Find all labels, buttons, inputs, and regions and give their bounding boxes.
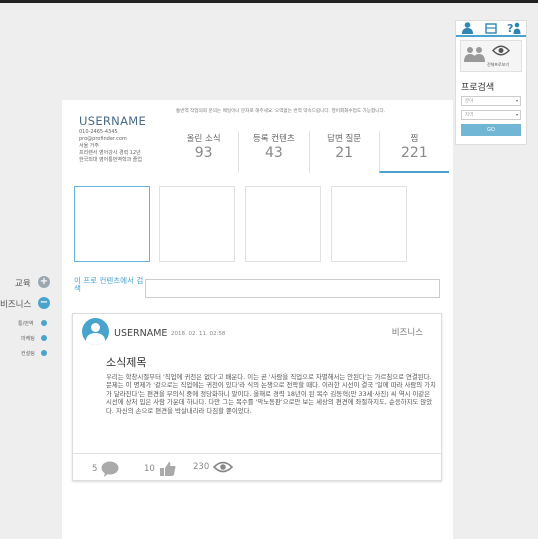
comment-count[interactable]: 5 [92,461,119,477]
content-search-input[interactable] [145,279,440,298]
thumbnail[interactable] [331,186,407,262]
preview-all-label: 전체프로보기 [487,62,510,67]
stat-value: 43 [264,145,283,161]
comment-count-value: 5 [92,464,98,474]
like-count[interactable]: 10 [144,461,177,477]
profile-education: 한국외대 영어통번역학과 졸업 [79,157,142,163]
thumbnail[interactable] [159,186,235,262]
tab-profile[interactable] [456,21,480,37]
person-icon [462,22,474,34]
nav-business-label[interactable]: 비즈니스 [0,298,31,310]
sub-item-dot [41,350,47,356]
stat-label: 찜 [410,134,419,144]
region-select[interactable]: 지역 ▾ [461,110,521,120]
pro-search-title: 프로검색 [461,83,495,93]
sub-item-dot [41,320,47,326]
stat-label: 등록 컨텐츠 [252,134,295,144]
field-select-value: 분야 [465,99,474,104]
post-category[interactable]: 비즈니스 [392,326,423,338]
sub-item-dot [41,335,47,341]
profile-location: 서울 거주 [79,143,99,149]
stat-label: 답변 질문 [327,134,362,144]
question-person-icon: ? [507,22,521,34]
chevron-down-icon: ▾ [515,98,518,103]
main-content: USERNAME 010-2465-4345 pro@profinder.com 서… [62,100,453,539]
stat-value: 221 [401,145,428,161]
stat-contents[interactable]: 등록 컨텐츠 43 [238,131,308,173]
right-panel-tabs: ? [456,21,526,37]
view-count-value: 230 [193,462,210,472]
stat-answers[interactable]: 답변 질문 21 [308,131,379,173]
stat-label: 올린 소식 [186,134,221,144]
post-title[interactable]: 소식제목 [106,354,146,370]
book-icon [485,22,497,34]
stat-value: 21 [335,145,354,161]
profile-career: 프리랜서 영어강사 경력 12년 [79,150,141,156]
like-count-value: 10 [144,464,155,474]
post-date: 2018. 02. 11. 02:58 [171,331,226,337]
group-icon [464,47,485,62]
view-count: 230 [193,461,234,473]
stat-favorites[interactable]: 찜 221 [378,131,449,173]
region-select-value: 지역 [465,113,474,118]
thumbnail[interactable] [245,186,321,262]
eye-icon [492,45,510,56]
tab-help[interactable]: ? [502,21,526,37]
nav-education-label[interactable]: 교육 [15,277,31,289]
profile-stats: 올린 소식 93 등록 컨텐츠 43 답변 질문 21 찜 221 [169,131,449,173]
collapse-minus-icon[interactable]: − [38,297,50,309]
post-body: 우리는 학창시절부터 '직업에 귀천은 없다'고 배운다. 이는 곧 '사람을 … [106,373,436,415]
nav-sub-item[interactable]: 컨설팅 [21,350,35,357]
expand-plus-icon[interactable]: + [38,276,50,288]
nav-sub-item[interactable]: 마케팅 [21,335,35,342]
profile-phone: 010-2465-4345 [79,129,118,135]
go-button[interactable]: GO [461,124,521,136]
eye-icon [213,461,234,473]
post-card: USERNAME 2018. 02. 11. 02:58 비즈니스 소식제목 우… [72,313,442,481]
svg-text:?: ? [507,22,513,34]
post-footer: 5 10 230 [73,453,441,481]
field-select[interactable]: 분야 ▾ [461,96,521,106]
profile-info: 010-2465-4345 pro@profinder.com 서울 거주 프리랜서 … [79,129,142,164]
search-label: 이 프로 컨텐츠에서 검색 [74,276,144,293]
thumbs-up-icon [159,462,176,476]
avatar[interactable] [82,318,109,345]
stat-posts[interactable]: 올린 소식 93 [169,131,238,173]
top-bar [0,0,538,3]
profile-preview-box[interactable]: 전체프로보기 [460,40,522,72]
thumbnail[interactable] [74,186,150,262]
comment-icon [101,461,119,477]
tab-bookmarks[interactable] [479,21,503,37]
profile-username: USERNAME [79,114,147,128]
profile-notice: 통번역 작업의뢰 문의는 메일이나 문자로 해주세요. 오역없는 번역 약속드립… [176,109,386,114]
right-panel: ? 전체프로보기 프로검색 분야 ▾ 지역 ▾ GO [455,20,527,145]
post-username[interactable]: USERNAME [114,328,167,339]
chevron-down-icon: ▾ [515,112,518,117]
profile-email: pro@profinder.com [79,136,127,142]
stat-value: 93 [194,145,213,161]
nav-sub-item[interactable]: 통/번역 [18,320,34,327]
